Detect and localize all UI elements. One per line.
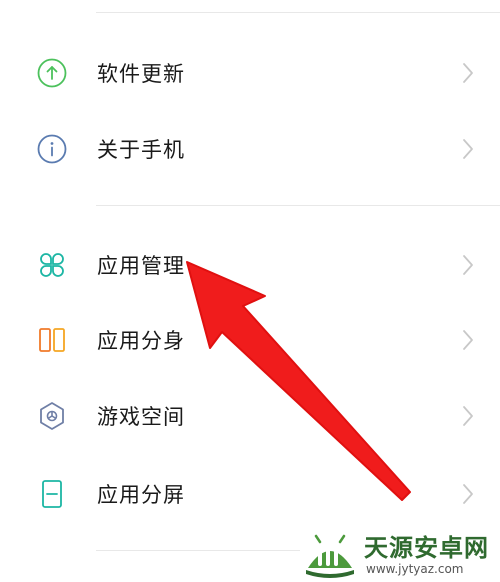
bottom-divider bbox=[96, 550, 300, 551]
menu-item-label: 关于手机 bbox=[97, 138, 185, 162]
arrow-up-circle-icon bbox=[37, 58, 67, 88]
menu-item-label: 应用分屏 bbox=[97, 483, 185, 507]
chevron-right-icon bbox=[463, 139, 473, 159]
watermark: 天源安卓网 www.jytyaz.com bbox=[300, 528, 500, 582]
chevron-right-icon bbox=[463, 484, 473, 504]
group-divider bbox=[96, 205, 500, 206]
chevron-right-icon bbox=[463, 255, 473, 275]
menu-item-game-space[interactable]: 游戏空间 bbox=[0, 378, 500, 454]
split-screen-icon bbox=[42, 480, 62, 508]
watermark-title: 天源安卓网 bbox=[364, 534, 489, 562]
android-logo-icon bbox=[306, 534, 354, 578]
app-grid-icon bbox=[40, 253, 64, 277]
menu-item-app-clone[interactable]: 应用分身 bbox=[0, 302, 500, 378]
menu-item-label: 应用分身 bbox=[97, 329, 185, 353]
menu-item-label: 应用管理 bbox=[97, 254, 185, 278]
game-hexagon-icon bbox=[40, 402, 64, 430]
menu-item-about-phone[interactable]: 关于手机 bbox=[0, 111, 500, 187]
info-circle-icon bbox=[37, 134, 67, 164]
menu-item-split-screen[interactable]: 应用分屏 bbox=[0, 456, 500, 532]
menu-item-software-update[interactable]: 软件更新 bbox=[0, 35, 500, 111]
menu-item-app-management[interactable]: 应用管理 bbox=[0, 227, 500, 303]
dual-app-icon bbox=[39, 328, 65, 352]
menu-item-label: 软件更新 bbox=[97, 62, 185, 86]
chevron-right-icon bbox=[463, 63, 473, 83]
top-divider bbox=[96, 12, 500, 13]
watermark-url: www.jytyaz.com bbox=[366, 562, 464, 576]
chevron-right-icon bbox=[463, 330, 473, 350]
chevron-right-icon bbox=[463, 406, 473, 426]
menu-item-label: 游戏空间 bbox=[97, 405, 185, 429]
